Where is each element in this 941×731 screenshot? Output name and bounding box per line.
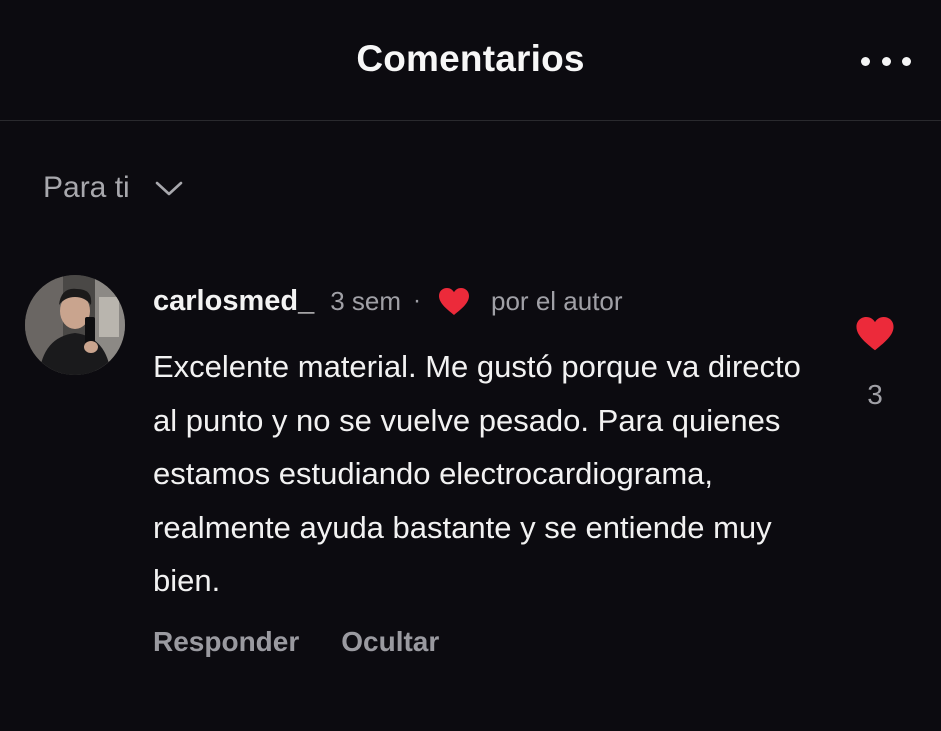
- comment-actions: Responder Ocultar: [153, 626, 439, 658]
- comment-timestamp: 3 sem: [330, 285, 402, 316]
- like-count: 3: [867, 379, 883, 410]
- sort-label: Para ti: [43, 171, 130, 204]
- more-options-button[interactable]: [861, 50, 911, 72]
- comment-username[interactable]: carlosmed_: [153, 285, 314, 318]
- page-title: Comentarios: [356, 38, 585, 79]
- comment: carlosmed_ 3 sem · por el autor Excelent…: [153, 280, 833, 608]
- sort-dropdown[interactable]: Para ti: [43, 168, 184, 208]
- heart-icon: [439, 288, 470, 315]
- comment-text: Excelente material. Me gustó porque va d…: [153, 349, 801, 598]
- comment-meta: carlosmed_ 3 sem · por el autor: [153, 280, 833, 322]
- chevron-down-icon: [155, 181, 183, 196]
- hide-button[interactable]: Ocultar: [341, 626, 439, 658]
- header: Comentarios: [0, 0, 941, 121]
- like-control: 3: [852, 314, 898, 411]
- more-horizontal-icon-dot: [902, 56, 911, 66]
- reply-button[interactable]: Responder: [153, 626, 299, 658]
- avatar[interactable]: [25, 275, 125, 375]
- meta-separator: ·: [413, 287, 422, 314]
- avatar-photo: [25, 275, 125, 375]
- liked-by-author-label: por el autor: [491, 285, 623, 316]
- like-heart-icon[interactable]: [854, 314, 896, 352]
- more-horizontal-icon: [861, 56, 870, 66]
- more-horizontal-icon-dot: [881, 56, 891, 66]
